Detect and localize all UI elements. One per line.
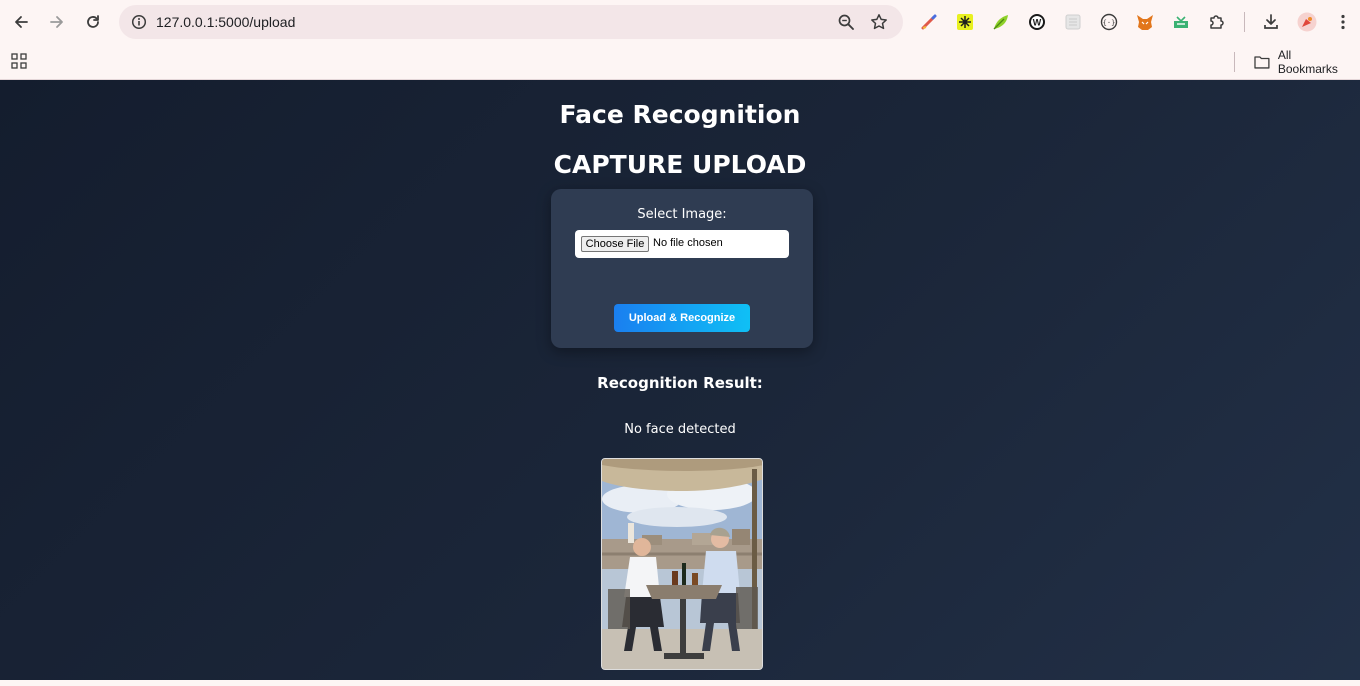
extension-grey[interactable]	[1059, 8, 1087, 36]
extension-w[interactable]: W	[1023, 8, 1051, 36]
extension-sparkle[interactable]	[951, 8, 979, 36]
pen-extension-icon	[921, 14, 937, 30]
download-extension-icon	[1174, 16, 1188, 28]
puzzle-icon	[1210, 15, 1224, 29]
download-icon	[1264, 14, 1278, 29]
svg-text:W: W	[1033, 18, 1042, 28]
all-bookmarks-button[interactable]: All Bookmarks	[1248, 48, 1360, 76]
upload-recognize-button[interactable]: Upload & Recognize	[614, 304, 750, 332]
url-text: 127.0.0.1:5000/upload	[156, 14, 296, 30]
menu-icon	[1341, 14, 1345, 30]
sparkle-extension-icon	[957, 14, 973, 30]
apps-button[interactable]	[6, 47, 32, 75]
extension-leaf[interactable]	[987, 8, 1015, 36]
page-subtitle: CAPTURE UPLOAD	[553, 150, 807, 179]
page-viewport: Face Recognition CAPTURE UPLOAD Select I…	[0, 80, 1360, 680]
extension-pen[interactable]	[915, 8, 943, 36]
extension-bracket[interactable]: {·}	[1095, 8, 1123, 36]
reload-button[interactable]	[78, 7, 108, 37]
site-info-icon	[131, 14, 147, 30]
file-input[interactable]: Choose File No file chosen	[575, 230, 789, 258]
leaf-extension-icon	[993, 15, 1008, 30]
browser-toolbar: 127.0.0.1:5000/upload W {·}	[0, 0, 1360, 44]
extensions-menu-button[interactable]	[1203, 8, 1231, 36]
svg-text:{·}: {·}	[1103, 19, 1116, 27]
bracket-extension-icon: {·}	[1100, 13, 1118, 31]
back-icon	[15, 16, 28, 28]
forward-icon	[50, 16, 63, 28]
forward-button[interactable]	[42, 7, 72, 37]
extension-download[interactable]	[1167, 8, 1195, 36]
select-image-label: Select Image:	[637, 207, 727, 222]
bookmarks-separator	[1234, 52, 1235, 72]
address-bar[interactable]: 127.0.0.1:5000/upload	[119, 5, 903, 39]
bookmarks-bar: All Bookmarks	[0, 44, 1360, 80]
reload-icon	[87, 15, 99, 28]
result-heading: Recognition Result:	[597, 374, 763, 392]
back-button[interactable]	[6, 7, 36, 37]
apps-grid-icon	[11, 53, 27, 69]
bookmark-star-button[interactable]	[866, 9, 892, 35]
site-info-button[interactable]	[127, 10, 151, 34]
upload-form-card: Select Image: Choose File No file chosen…	[551, 189, 813, 348]
profile-avatar-icon	[1297, 12, 1317, 32]
profile-button[interactable]	[1293, 8, 1321, 36]
page-title: Face Recognition	[559, 100, 801, 129]
zoom-button[interactable]	[833, 9, 859, 35]
extension-fox[interactable]	[1131, 8, 1159, 36]
w-extension-icon: W	[1029, 14, 1045, 30]
result-message: No face detected	[624, 422, 736, 437]
grey-extension-icon	[1065, 14, 1081, 30]
all-bookmarks-label: All Bookmarks	[1277, 48, 1338, 76]
zoom-icon	[838, 14, 854, 30]
folder-icon	[1254, 56, 1270, 69]
chrome-menu-button[interactable]	[1329, 8, 1357, 36]
downloads-button[interactable]	[1257, 8, 1285, 36]
choose-file-button[interactable]: Choose File	[581, 236, 649, 252]
uploaded-photo	[601, 458, 763, 670]
toolbar-separator	[1244, 12, 1245, 32]
file-status-text: No file chosen	[653, 237, 723, 249]
fox-extension-icon	[1137, 15, 1153, 30]
star-icon	[871, 14, 887, 30]
photo-illustration	[602, 459, 762, 669]
